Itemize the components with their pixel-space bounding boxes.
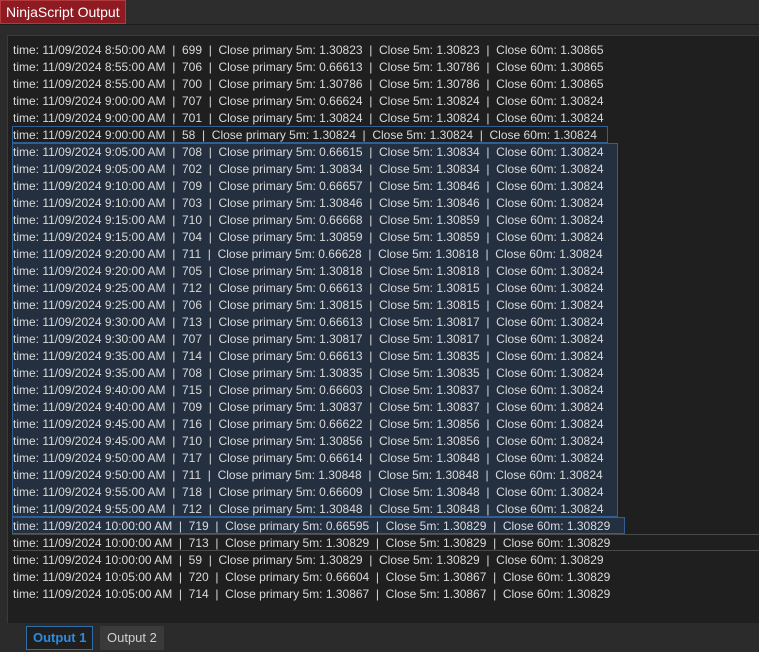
output-line: time: 11/09/2024 9:35:00 AM | 708 | Clos… <box>13 366 604 380</box>
output-tab-bar: Output 1 Output 2 <box>0 623 759 652</box>
output-line: time: 11/09/2024 10:05:00 AM | 714 | Clo… <box>13 587 611 601</box>
output-line: time: 11/09/2024 9:05:00 AM | 702 | Clos… <box>13 162 604 176</box>
output-line: time: 11/09/2024 9:35:00 AM | 714 | Clos… <box>13 349 604 363</box>
output-line: time: 11/09/2024 9:50:00 AM | 711 | Clos… <box>13 468 603 482</box>
output-line: time: 11/09/2024 9:55:00 AM | 718 | Clos… <box>13 485 604 499</box>
output-line: time: 11/09/2024 10:00:00 AM | 719 | Clo… <box>13 519 611 533</box>
output-line: time: 11/09/2024 9:25:00 AM | 712 | Clos… <box>13 281 604 295</box>
output-line: time: 11/09/2024 9:20:00 AM | 711 | Clos… <box>13 247 603 261</box>
output-line: time: 11/09/2024 9:10:00 AM | 703 | Clos… <box>13 196 604 210</box>
output-line: time: 11/09/2024 9:45:00 AM | 716 | Clos… <box>13 417 604 431</box>
output-line: time: 11/09/2024 9:10:00 AM | 709 | Clos… <box>13 179 604 193</box>
output-line: time: 11/09/2024 9:40:00 AM | 709 | Clos… <box>13 400 604 414</box>
output-line: time: 11/09/2024 8:55:00 AM | 700 | Clos… <box>13 77 604 91</box>
output-line: time: 11/09/2024 9:50:00 AM | 717 | Clos… <box>13 451 604 465</box>
output-line: time: 11/09/2024 9:00:00 AM | 58 | Close… <box>13 128 597 142</box>
output-lines: time: 11/09/2024 8:50:00 AM | 699 | Clos… <box>13 42 610 603</box>
output-line: time: 11/09/2024 9:55:00 AM | 712 | Clos… <box>13 502 604 516</box>
output-line: time: 11/09/2024 9:15:00 AM | 704 | Clos… <box>13 230 604 244</box>
output-line: time: 11/09/2024 8:55:00 AM | 706 | Clos… <box>13 60 604 74</box>
output-line: time: 11/09/2024 9:45:00 AM | 710 | Clos… <box>13 434 604 448</box>
output-line: time: 11/09/2024 9:40:00 AM | 715 | Clos… <box>13 383 604 397</box>
output-line: time: 11/09/2024 9:00:00 AM | 707 | Clos… <box>13 94 604 108</box>
window-titlebar: NinjaScript Output <box>0 0 759 25</box>
output-panel[interactable]: time: 11/09/2024 8:50:00 AM | 699 | Clos… <box>7 35 759 624</box>
window-title-tab[interactable]: NinjaScript Output <box>0 0 126 24</box>
output-line: time: 11/09/2024 10:05:00 AM | 720 | Clo… <box>13 570 611 584</box>
output-line: time: 11/09/2024 10:00:00 AM | 59 | Clos… <box>13 553 604 567</box>
tab-output-1[interactable]: Output 1 <box>26 626 94 650</box>
tab-output-2[interactable]: Output 2 <box>100 626 164 650</box>
output-line: time: 11/09/2024 8:50:00 AM | 699 | Clos… <box>13 43 604 57</box>
output-line: time: 11/09/2024 9:30:00 AM | 713 | Clos… <box>13 315 604 329</box>
output-line: time: 11/09/2024 9:25:00 AM | 706 | Clos… <box>13 298 604 312</box>
output-line: time: 11/09/2024 9:00:00 AM | 701 | Clos… <box>13 111 604 125</box>
output-line: time: 11/09/2024 9:05:00 AM | 708 | Clos… <box>13 145 604 159</box>
output-line: time: 11/09/2024 10:00:00 AM | 713 | Clo… <box>13 536 611 550</box>
output-line: time: 11/09/2024 9:15:00 AM | 710 | Clos… <box>13 213 604 227</box>
output-line: time: 11/09/2024 9:20:00 AM | 705 | Clos… <box>13 264 604 278</box>
output-line: time: 11/09/2024 9:30:00 AM | 707 | Clos… <box>13 332 604 346</box>
